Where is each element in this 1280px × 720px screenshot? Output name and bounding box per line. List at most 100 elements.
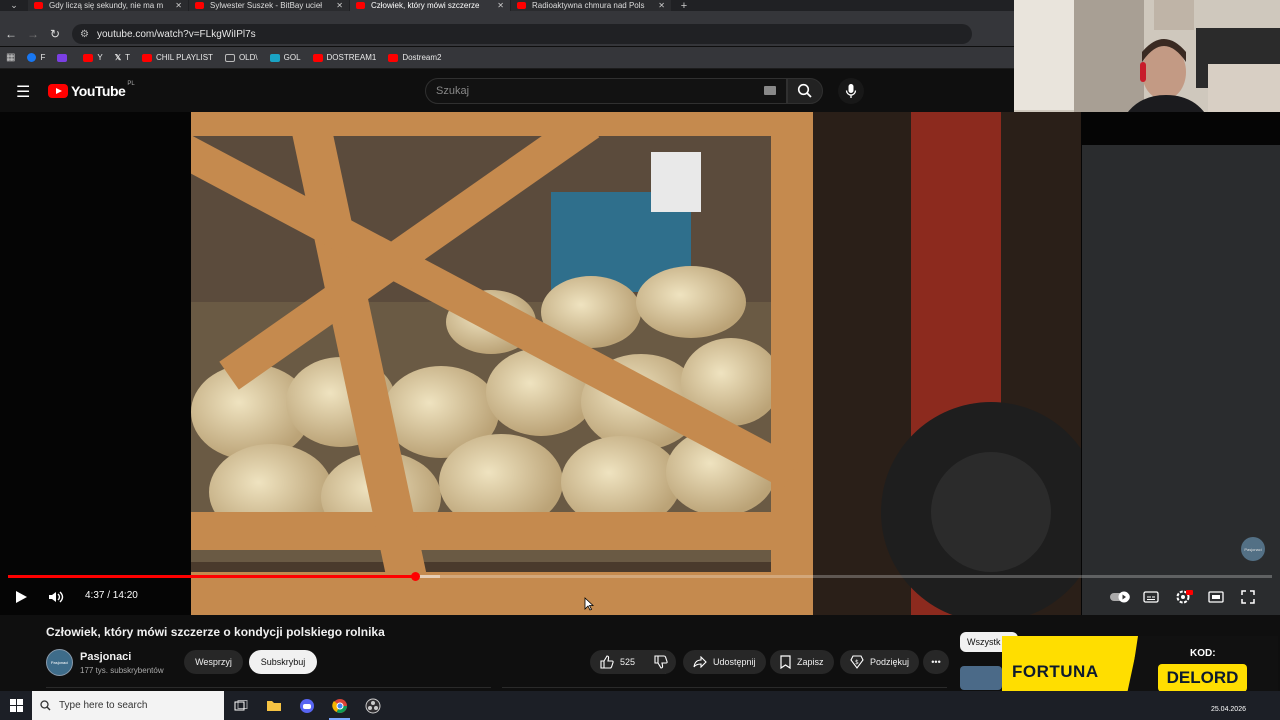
channel-name[interactable]: Pasjonaci [80, 651, 131, 663]
dislike-button[interactable] [646, 650, 676, 674]
fullscreen-button[interactable] [1241, 589, 1255, 605]
voice-search-button[interactable] [838, 78, 864, 104]
folder-icon [266, 701, 281, 711]
volume-button[interactable] [48, 589, 64, 605]
bookmark-folder[interactable]: OLD\ [224, 53, 258, 62]
autoplay-toggle-icon [1110, 591, 1130, 603]
bookmark-item[interactable]: DOSTREAM1 [312, 53, 376, 62]
subtitles-button[interactable] [1143, 589, 1159, 605]
x-icon: 𝕏 [114, 53, 122, 62]
file-explorer-button[interactable] [257, 691, 290, 720]
more-icon: ••• [931, 657, 941, 667]
tab-strip: ⌄ Gdy liczą się sekundy, nie ma m ✕ Sylwe… [0, 0, 1015, 11]
bookmark-item[interactable]: GOL [269, 53, 301, 62]
search-button[interactable] [787, 78, 823, 104]
taskbar-date: 25.04.2026 [1210, 706, 1246, 713]
gol-icon [269, 53, 280, 62]
divider [46, 687, 491, 688]
bookmarks-bar: ▦ F Y 𝕏T CHIL PLAYLIST OLD\ GOL DOSTREAM… [0, 47, 1015, 69]
promo-code: DELORD [1158, 664, 1247, 692]
theater-mode-button[interactable] [1208, 589, 1224, 605]
site-info-icon[interactable]: ⚙ [80, 29, 89, 40]
promo-brand-logo: FORTUNA [1012, 662, 1099, 681]
recommended-video-thumbnail[interactable] [960, 666, 1002, 690]
bookmark-item[interactable]: Y [83, 53, 103, 62]
divider [502, 687, 947, 688]
thumbs-down-icon [654, 655, 668, 669]
taskbar-search-input[interactable]: Type here to search [32, 691, 224, 720]
share-button[interactable]: Udostępnij [683, 650, 766, 674]
chrome-icon [331, 698, 347, 713]
back-button[interactable]: ← [0, 27, 22, 41]
youtube-play-icon [48, 84, 68, 98]
tab-search-menu[interactable]: ⌄ [0, 0, 28, 11]
channel-watermark[interactable]: Pasjonaci [1241, 537, 1265, 561]
play-icon [16, 591, 27, 603]
reload-button[interactable]: ↻ [44, 27, 66, 41]
bookmark-icon [780, 655, 791, 669]
url-text: youtube.com/watch?v=FLkgWiIPl7s [96, 28, 256, 40]
autoplay-toggle[interactable] [1109, 589, 1131, 605]
search-input[interactable]: Szukaj [425, 78, 787, 104]
keyboard-icon[interactable] [764, 86, 776, 95]
channel-avatar[interactable]: Pasjonaci [46, 649, 73, 676]
twitch-icon [57, 53, 68, 62]
close-tab-icon[interactable]: ✕ [658, 1, 665, 10]
chrome-button[interactable] [323, 691, 356, 720]
search-icon [797, 83, 812, 98]
close-tab-icon[interactable]: ✕ [497, 1, 504, 10]
volume-icon [49, 591, 64, 603]
close-tab-icon[interactable]: ✕ [336, 1, 343, 10]
windows-taskbar: Type here to search 25.04.2026 [0, 691, 1280, 720]
facebook-icon [27, 53, 37, 62]
video-title: Człowiek, który mówi szczerze o kondycji… [46, 625, 385, 639]
bookmark-item[interactable]: CHIL PLAYLIST [142, 53, 213, 62]
fullscreen-icon [1241, 590, 1255, 604]
close-tab-icon[interactable]: ✕ [175, 1, 182, 10]
support-button[interactable]: Wesprzyj [184, 650, 243, 674]
folder-icon [224, 53, 235, 62]
gear-icon [1176, 590, 1193, 604]
progress-scrubber[interactable] [411, 572, 420, 581]
browser-tab[interactable]: Sylwester Suszek - BitBay ucieł ✕ [189, 0, 349, 11]
forward-button[interactable]: → [22, 27, 44, 41]
bookmark-item[interactable]: F [27, 53, 45, 62]
youtube-favicon-icon [195, 2, 204, 9]
promo-code-label: KOD: [1190, 648, 1216, 659]
bookmark-item[interactable]: 𝕏T [115, 53, 130, 62]
play-button[interactable] [14, 589, 28, 605]
subscribe-button[interactable]: Subskrybuj [249, 650, 317, 674]
save-button[interactable]: Zapisz [770, 650, 834, 674]
bookmark-item[interactable] [57, 53, 71, 62]
search-icon [40, 700, 51, 711]
start-button[interactable] [0, 699, 32, 712]
discord-button[interactable] [290, 691, 323, 720]
browser-toolbar: ← → ↻ ⚙ youtube.com/watch?v=FLkgWiIPl7s [0, 11, 1015, 46]
bookmark-item[interactable]: Dostream2 [388, 53, 441, 62]
browser-tab[interactable]: Radioaktywna chmura nad Pols ✕ [511, 0, 671, 11]
more-actions-button[interactable]: ••• [923, 650, 949, 674]
svg-text:$: $ [855, 659, 859, 666]
youtube-favicon-icon [356, 2, 365, 9]
video-frame[interactable] [191, 112, 1081, 615]
address-bar[interactable]: ⚙ youtube.com/watch?v=FLkgWiIPl7s [72, 24, 972, 44]
menu-icon[interactable]: ☰ [16, 82, 30, 102]
subtitles-icon [1143, 591, 1159, 603]
apps-grid-icon[interactable]: ▦ [6, 52, 15, 63]
like-count: 525 [620, 657, 636, 667]
youtube-logo[interactable]: YouTube PL [48, 81, 135, 99]
time-display: 4:37 / 14:20 [85, 590, 138, 601]
settings-button[interactable] [1175, 589, 1193, 605]
obs-button[interactable] [356, 691, 389, 720]
browser-tab-active[interactable]: Człowiek, który mówi szczerze ✕ [350, 0, 510, 11]
task-view-button[interactable] [224, 691, 257, 720]
youtube-icon [83, 53, 94, 62]
thanks-button[interactable]: $ Podziękuj [840, 650, 920, 674]
progress-played [8, 575, 415, 578]
thumbs-up-icon [600, 655, 614, 669]
new-tab-button[interactable]: + [672, 0, 696, 11]
discord-icon [299, 698, 314, 713]
microphone-icon [845, 84, 857, 98]
browser-tab[interactable]: Gdy liczą się sekundy, nie ma m ✕ [28, 0, 188, 11]
task-view-icon [234, 699, 247, 710]
